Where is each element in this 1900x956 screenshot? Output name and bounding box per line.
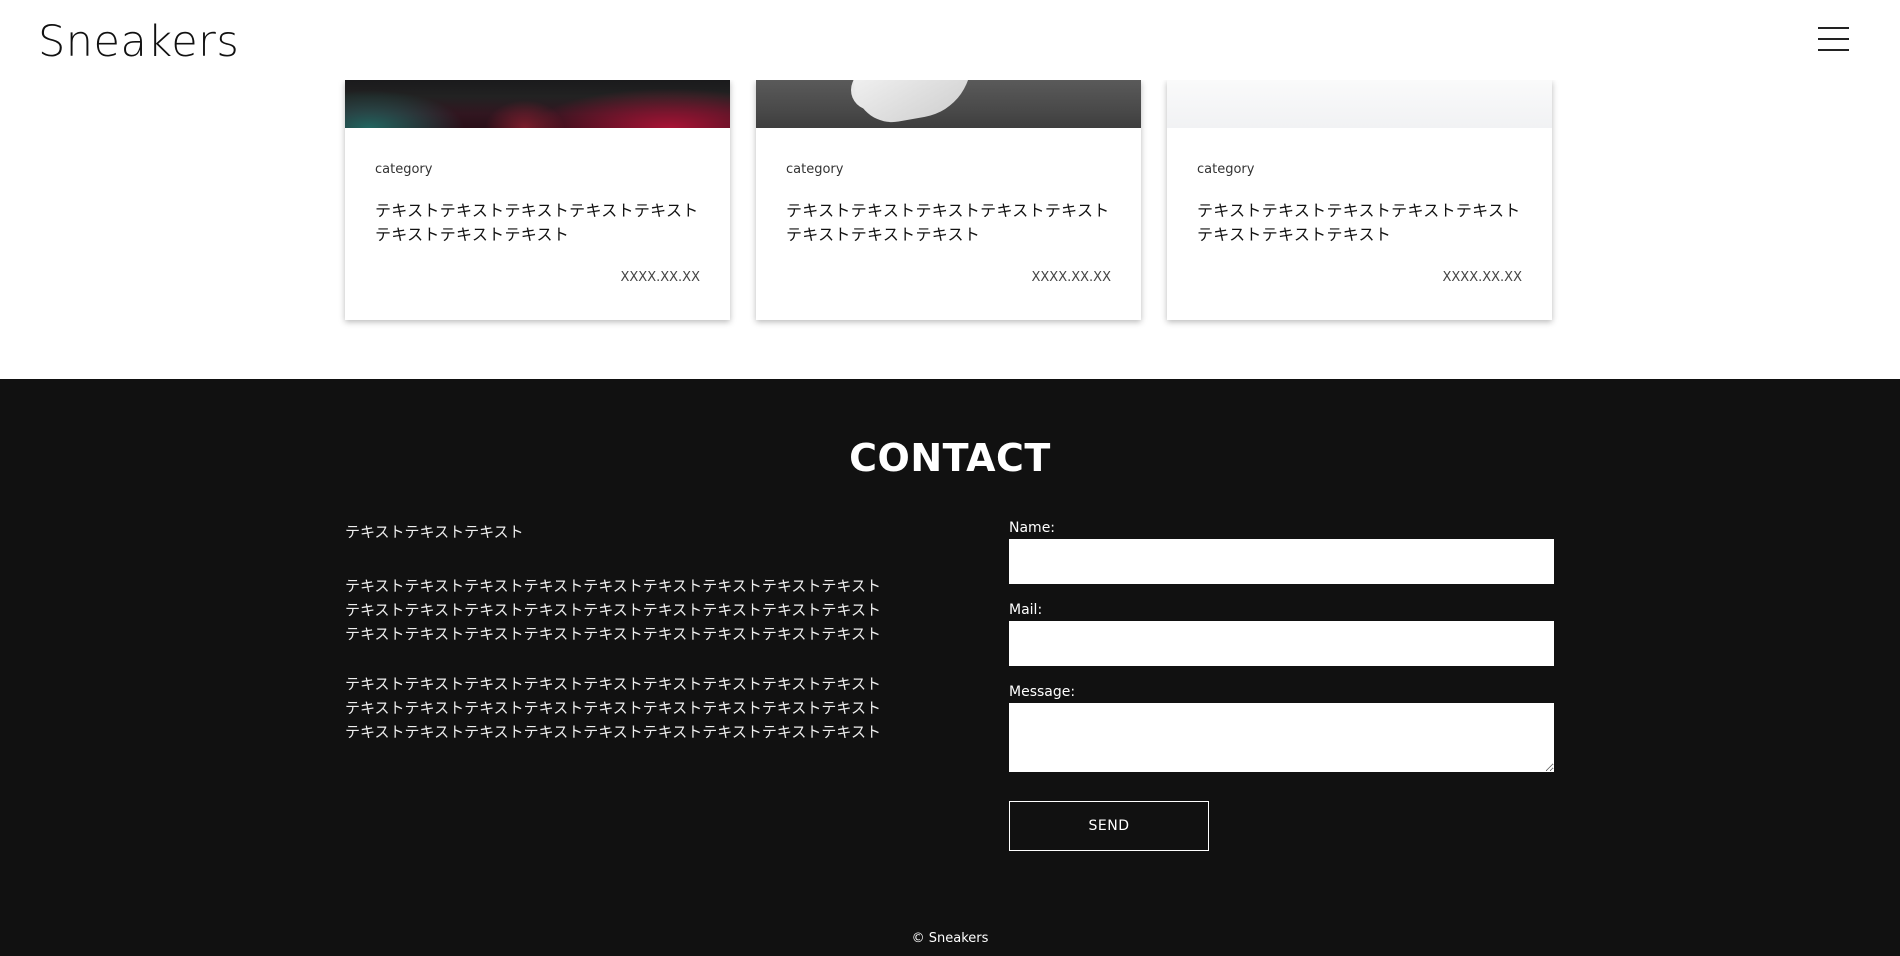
message-field[interactable] [1009,703,1554,772]
card-title: テキストテキストテキストテキストテキストテキストテキストテキスト [1197,201,1521,244]
contact-section: CONTACT テキストテキストテキスト テキストテキストテキストテキストテキス… [0,379,1900,956]
menu-line [1818,27,1849,29]
article-cards: category テキストテキストテキストテキストテキストテキストテキストテキス… [345,80,1554,320]
mail-label: Mail: [1009,602,1043,618]
article-card[interactable]: category テキストテキストテキストテキストテキストテキストテキストテキス… [756,80,1141,320]
name-field[interactable] [1009,539,1554,584]
name-label: Name: [1009,520,1056,536]
card-category: category [375,162,433,177]
site-logo[interactable]: Sneakers [38,16,239,68]
card-date: XXXX.XX.XX [1031,270,1111,285]
card-category: category [786,162,844,177]
contact-paragraph: テキストテキストテキストテキストテキストテキストテキストテキストテキスト テキス… [345,675,881,741]
copyright: © Sneakers [911,931,989,946]
card-thumbnail [345,80,730,128]
contact-paragraph: テキストテキストテキストテキストテキストテキストテキストテキストテキスト テキス… [345,577,881,643]
site-header: Sneakers [0,0,1900,80]
card-title: テキストテキストテキストテキストテキストテキストテキストテキスト [786,201,1110,244]
card-title: テキストテキストテキストテキストテキストテキストテキストテキスト [375,201,699,244]
menu-line [1818,49,1849,51]
article-card[interactable]: category テキストテキストテキストテキストテキストテキストテキストテキス… [345,80,730,320]
article-card[interactable]: category テキストテキストテキストテキストテキストテキストテキストテキス… [1167,80,1552,320]
card-thumbnail [1167,80,1552,128]
contact-form: Name: Mail: Message: SEND [1009,520,1554,851]
card-category: category [1197,162,1255,177]
contact-paragraph: テキストテキストテキスト [345,523,524,541]
card-date: XXXX.XX.XX [620,270,700,285]
contact-description: テキストテキストテキスト テキストテキストテキストテキストテキストテキストテキス… [345,520,890,770]
hamburger-menu-icon[interactable] [1818,27,1849,52]
mail-field[interactable] [1009,621,1554,666]
card-date: XXXX.XX.XX [1442,270,1522,285]
card-thumbnail [756,80,1141,128]
message-label: Message: [1009,684,1076,700]
send-button[interactable]: SEND [1009,801,1209,851]
contact-title: CONTACT [849,436,1051,480]
menu-line [1818,38,1849,40]
